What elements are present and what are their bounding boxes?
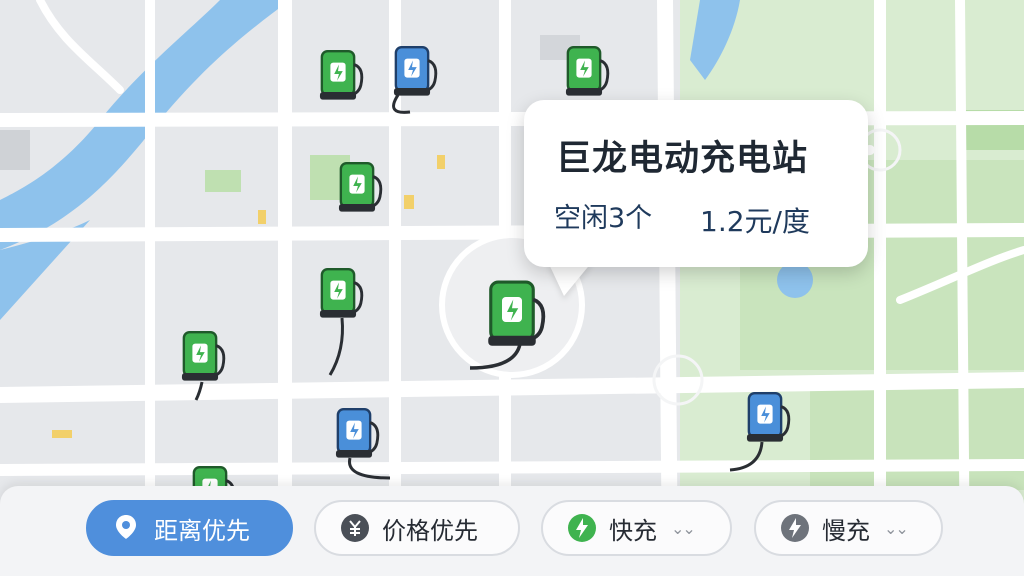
idle-count: 空闲3个 — [554, 203, 653, 234]
popup-tail — [548, 262, 592, 296]
station-name: 巨龙电动充电站 — [556, 139, 809, 179]
bolt-gray-icon — [780, 513, 810, 543]
chevron-down-icon: ⌄⌄ — [671, 518, 696, 538]
fast-charge-filter[interactable]: 快充 ⌄⌄ — [541, 500, 732, 556]
distance-priority-button[interactable]: 距离优先 — [86, 500, 293, 556]
station-popup[interactable]: 巨龙电动充电站 空闲3个 1.2元/度 — [524, 100, 868, 267]
fast-charge-label: 快充 — [609, 516, 657, 545]
station-price: 1.2元/度 — [700, 205, 810, 238]
chevron-down-icon: ⌄⌄ — [884, 518, 909, 538]
price-priority-label: 价格优先 — [382, 516, 478, 545]
yuan-icon — [340, 513, 370, 543]
slow-charge-label: 慢充 — [822, 516, 870, 545]
distance-priority-label: 距离优先 — [154, 516, 250, 545]
bolt-green-icon — [567, 513, 597, 543]
slow-charge-filter[interactable]: 慢充 ⌄⌄ — [754, 500, 943, 556]
price-priority-button[interactable]: 价格优先 — [314, 500, 520, 556]
location-pin-icon — [112, 513, 142, 543]
